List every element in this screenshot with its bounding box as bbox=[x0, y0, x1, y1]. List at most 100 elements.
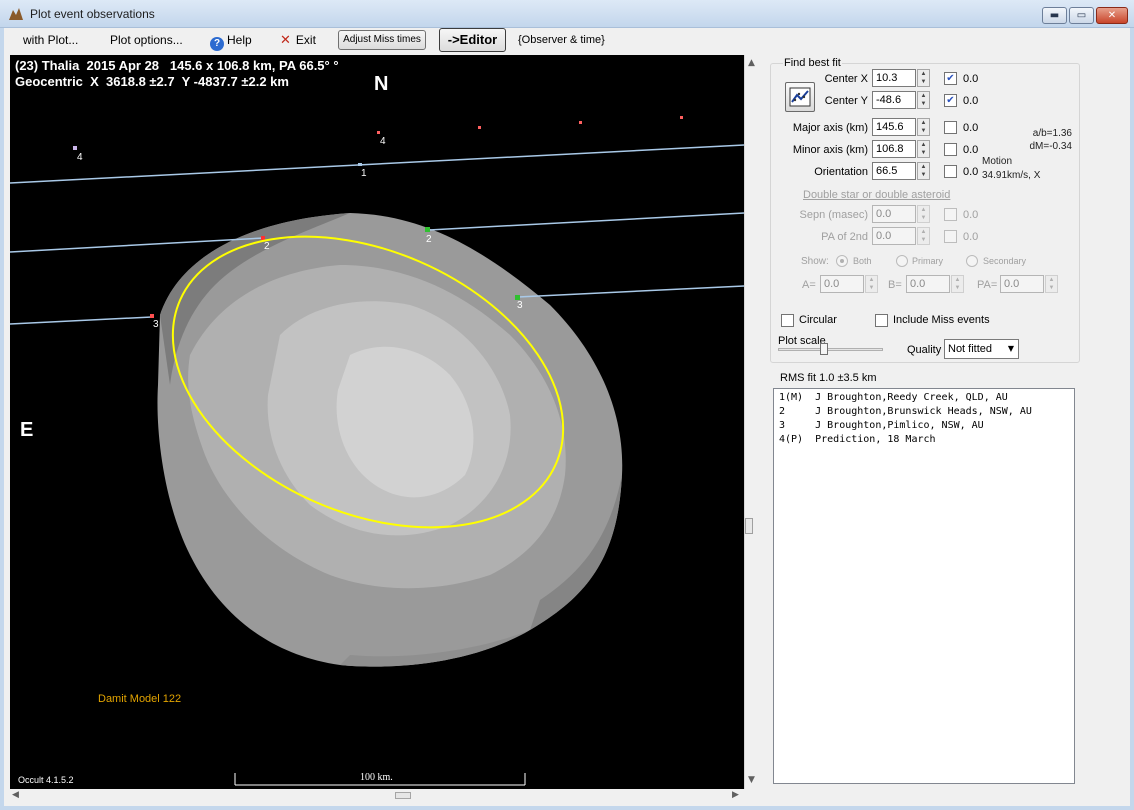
asteroid-shape-model bbox=[157, 213, 623, 667]
b-spinner[interactable]: ▲ ▼ bbox=[951, 275, 964, 293]
marker-2-green bbox=[425, 227, 430, 232]
chord-label-1: 1 bbox=[361, 168, 367, 179]
major-axis-input[interactable]: 145.6 bbox=[872, 118, 916, 136]
center-y-input[interactable]: -48.6 bbox=[872, 91, 916, 109]
center-y-checkbox[interactable]: ✔ bbox=[944, 94, 957, 107]
menu-help[interactable]: ? Help bbox=[210, 33, 252, 51]
plot-scale-label: Plot scale bbox=[778, 335, 826, 347]
orientation-input[interactable]: 66.5 bbox=[872, 162, 916, 180]
center-x-input[interactable]: 10.3 bbox=[872, 69, 916, 87]
sepn-spinner[interactable]: ▲ ▼ bbox=[917, 205, 930, 223]
minor-axis-uncertainty: 0.0 bbox=[963, 144, 979, 156]
chord-label-4b: 4 bbox=[380, 136, 386, 147]
close-button[interactable]: ✕ bbox=[1096, 7, 1128, 24]
splitter-handle[interactable] bbox=[745, 518, 753, 534]
list-item[interactable]: 2 J Broughton,Brunswick Heads, NSW, AU bbox=[774, 405, 1074, 419]
a-spinner[interactable]: ▲ ▼ bbox=[865, 275, 878, 293]
orientation-checkbox[interactable] bbox=[944, 165, 957, 178]
scroll-right-icon[interactable]: ▶ bbox=[732, 790, 739, 800]
plot-area[interactable]: 1 2 2 3 3 4 4 (23) Thalia 2015 Apr 28 14… bbox=[10, 55, 744, 789]
editor-button[interactable]: ->Editor bbox=[439, 28, 506, 52]
window-title: Plot event observations bbox=[30, 7, 155, 21]
minor-axis-checkbox[interactable] bbox=[944, 143, 957, 156]
chord-2-right bbox=[428, 212, 744, 231]
observer-time-label[interactable]: {Observer & time} bbox=[518, 34, 605, 46]
circular-label: Circular bbox=[799, 314, 837, 326]
list-item[interactable]: 1(M) J Broughton,Reedy Creek, QLD, AU bbox=[774, 391, 1074, 405]
quality-value: Not fitted bbox=[948, 343, 993, 355]
marker-4-e bbox=[680, 116, 683, 119]
major-axis-spinner[interactable]: ▲ ▼ bbox=[917, 118, 930, 136]
pa2-spinner[interactable]: ▲ ▼ bbox=[917, 227, 930, 245]
center-x-spinner[interactable]: ▲ ▼ bbox=[917, 69, 930, 87]
list-item[interactable]: 3 J Broughton,Pimlico, NSW, AU bbox=[774, 419, 1074, 433]
chord-3-left bbox=[10, 316, 153, 325]
motion-value: 34.91km/s, X bbox=[982, 170, 1041, 181]
delta-magnitude: dM=-0.34 bbox=[1029, 141, 1072, 152]
pa-label: PA= bbox=[977, 279, 998, 291]
minimize-button[interactable]: ▬ bbox=[1042, 7, 1067, 24]
minor-axis-label: Minor axis (km) bbox=[792, 144, 868, 156]
chord-label-3a: 3 bbox=[153, 319, 159, 330]
shape-model-label: Damit Model 122 bbox=[98, 693, 182, 705]
center-x-label: Center X bbox=[824, 73, 868, 85]
orientation-uncertainty: 0.0 bbox=[963, 166, 979, 178]
a-label: A= bbox=[802, 279, 816, 291]
circular-checkbox[interactable] bbox=[781, 314, 794, 327]
observer-list[interactable]: 1(M) J Broughton,Reedy Creek, QLD, AU 2 … bbox=[773, 388, 1075, 784]
center-x-checkbox[interactable]: ✔ bbox=[944, 72, 957, 85]
quality-select[interactable]: Not fitted ▼ bbox=[944, 339, 1019, 359]
show-both-radio[interactable] bbox=[836, 255, 848, 267]
plot-scale-slider[interactable] bbox=[820, 343, 828, 355]
rms-fit-label: RMS fit 1.0 ±3.5 km bbox=[780, 372, 877, 384]
scroll-thumb[interactable] bbox=[395, 792, 411, 799]
pa2-checkbox[interactable] bbox=[944, 230, 957, 243]
menu-plot-options[interactable]: Plot options... bbox=[110, 33, 183, 47]
show-primary-radio[interactable] bbox=[896, 255, 908, 267]
title-bar: Plot event observations ▬ ▭ ✕ bbox=[0, 0, 1134, 28]
pa-input[interactable]: 0.0 bbox=[1000, 275, 1044, 293]
marker-3-red bbox=[150, 314, 154, 318]
plot-scale-track[interactable] bbox=[778, 348, 883, 351]
double-star-link[interactable]: Double star or double asteroid bbox=[803, 189, 950, 201]
marker-1 bbox=[358, 163, 362, 166]
scroll-up-icon[interactable]: ▲ bbox=[748, 58, 755, 68]
orientation-spinner[interactable]: ▲ ▼ bbox=[917, 162, 930, 180]
major-axis-checkbox[interactable] bbox=[944, 121, 957, 134]
b-input[interactable]: 0.0 bbox=[906, 275, 950, 293]
menu-with-plot[interactable]: with Plot... bbox=[23, 33, 78, 47]
pa2-label: PA of 2nd bbox=[821, 231, 868, 243]
exit-icon: ✕ bbox=[280, 33, 291, 48]
scroll-down-icon[interactable]: ▼ bbox=[748, 775, 755, 785]
menu-bar: with Plot... Plot options... ? Help ✕ Exit… bbox=[4, 28, 1130, 54]
pa2-input[interactable]: 0.0 bbox=[872, 227, 916, 245]
minor-axis-input[interactable]: 106.8 bbox=[872, 140, 916, 158]
minor-axis-spinner[interactable]: ▲ ▼ bbox=[917, 140, 930, 158]
center-y-spinner[interactable]: ▲ ▼ bbox=[917, 91, 930, 109]
sepn-checkbox[interactable] bbox=[944, 208, 957, 221]
occultation-plot: 1 2 2 3 3 4 4 bbox=[10, 116, 744, 786]
marker-4-b bbox=[377, 131, 380, 134]
motion-label: Motion bbox=[982, 156, 1013, 167]
menu-exit[interactable]: ✕ Exit bbox=[280, 33, 316, 48]
marker-4-d bbox=[579, 121, 582, 124]
sepn-input[interactable]: 0.0 bbox=[872, 205, 916, 223]
horizontal-scrollbar[interactable]: ◀ ▶ bbox=[10, 789, 744, 802]
maximize-button[interactable]: ▭ bbox=[1069, 7, 1094, 24]
list-item[interactable]: 4(P) Prediction, 18 March bbox=[774, 433, 1074, 447]
sepn-uncertainty: 0.0 bbox=[963, 209, 979, 221]
include-miss-checkbox[interactable] bbox=[875, 314, 888, 327]
east-label: E bbox=[20, 419, 34, 441]
show-secondary-radio[interactable] bbox=[966, 255, 978, 267]
scroll-left-icon[interactable]: ◀ bbox=[12, 790, 19, 800]
show-label: Show: bbox=[801, 256, 829, 267]
pa-spinner[interactable]: ▲ ▼ bbox=[1045, 275, 1058, 293]
plot-header-line2: Geocentric X 3618.8 ±2.7 Y -4837.7 ±2.2 … bbox=[15, 74, 289, 89]
chord-label-2a: 2 bbox=[264, 241, 270, 252]
adjust-miss-times-button[interactable]: Adjust Miss times bbox=[338, 30, 426, 50]
chord-3-right bbox=[517, 285, 744, 298]
a-input[interactable]: 0.0 bbox=[820, 275, 864, 293]
center-x-uncertainty: 0.0 bbox=[963, 73, 979, 85]
major-axis-label: Major axis (km) bbox=[792, 122, 868, 134]
vertical-scrollbar[interactable]: ▲ ▼ bbox=[744, 55, 759, 789]
